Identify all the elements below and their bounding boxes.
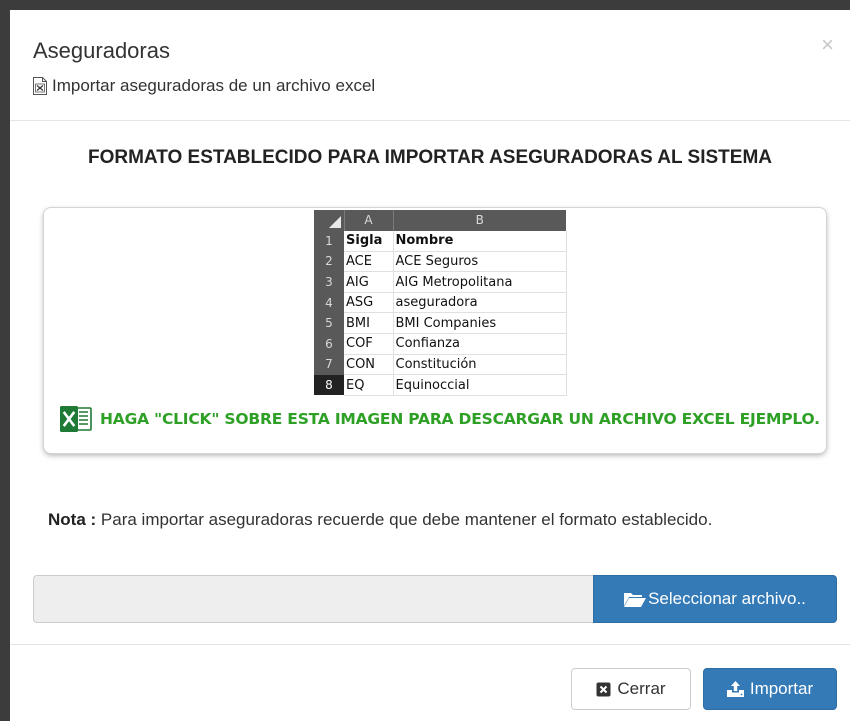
file-selector: Seleccionar archivo.. bbox=[33, 575, 837, 623]
cell-b: Constitución bbox=[393, 354, 567, 376]
cell-b: BMI Companies bbox=[393, 312, 567, 335]
footer-divider bbox=[10, 644, 850, 645]
close-button-label: Cerrar bbox=[617, 679, 666, 698]
modal-title: Aseguradoras bbox=[33, 38, 170, 63]
cell-b: Equinoccial bbox=[393, 374, 567, 396]
column-header-a: A bbox=[343, 210, 393, 231]
note-text: Para importar aseguradoras recuerde que … bbox=[100, 510, 713, 529]
import-button[interactable]: Importar bbox=[703, 668, 837, 710]
row-number: 5 bbox=[314, 312, 344, 334]
cell-a: BMI bbox=[344, 312, 394, 335]
cell-a: COF bbox=[344, 333, 394, 355]
select-all-corner bbox=[314, 210, 344, 231]
row-number: 7 bbox=[314, 354, 344, 375]
select-file-button[interactable]: Seleccionar archivo.. bbox=[593, 575, 837, 623]
excel-file-icon bbox=[33, 77, 47, 95]
download-instruction: HAGA "CLICK" SOBRE ESTA IMAGEN PARA DESC… bbox=[60, 406, 820, 432]
close-button[interactable]: Cerrar bbox=[571, 668, 691, 710]
cell-b: AIG Metropolitana bbox=[393, 271, 567, 293]
row-number: 3 bbox=[314, 271, 344, 293]
import-note: Nota : Para importar aseguradoras recuer… bbox=[48, 510, 712, 530]
cell-b: aseguradora bbox=[393, 292, 567, 314]
cell-b: Confianza bbox=[393, 333, 567, 355]
cell-b: ACE Seguros bbox=[393, 251, 567, 273]
select-file-label: Seleccionar archivo.. bbox=[648, 589, 806, 608]
modal-header: Aseguradoras Importar aseguradoras de un… bbox=[10, 10, 850, 121]
cell-a: CON bbox=[344, 354, 394, 376]
row-number: 2 bbox=[314, 251, 344, 272]
download-example-card[interactable]: A B 1 Sigla Nombre 2 ACE ACE Seguros 3 A… bbox=[44, 208, 826, 453]
import-button-label: Importar bbox=[749, 679, 814, 698]
cell-a: AIG bbox=[344, 271, 394, 293]
excel-icon bbox=[60, 406, 92, 432]
upload-icon bbox=[726, 681, 744, 697]
modal-subtitle-text: Importar aseguradoras de un archivo exce… bbox=[52, 76, 376, 95]
import-modal: Aseguradoras Importar aseguradoras de un… bbox=[10, 10, 850, 721]
row-number: 8 bbox=[314, 374, 344, 396]
folder-open-icon bbox=[624, 593, 647, 607]
close-icon[interactable]: × bbox=[821, 34, 834, 56]
cell-a: EQ bbox=[344, 374, 394, 396]
format-title: FORMATO ESTABLECIDO PARA IMPORTAR ASEGUR… bbox=[87, 147, 772, 168]
row-number: 6 bbox=[314, 333, 344, 355]
file-name-input[interactable] bbox=[33, 575, 593, 623]
cell-b: Nombre bbox=[393, 230, 567, 252]
modal-subtitle: Importar aseguradoras de un archivo exce… bbox=[32, 76, 375, 96]
note-label: Nota : bbox=[48, 510, 97, 529]
row-number: 4 bbox=[314, 292, 344, 313]
cell-a: ACE bbox=[344, 251, 394, 273]
download-text: HAGA "CLICK" SOBRE ESTA IMAGEN PARA DESC… bbox=[100, 410, 820, 428]
row-number: 1 bbox=[314, 230, 344, 252]
cell-a: Sigla bbox=[344, 230, 394, 252]
spreadsheet-preview: A B 1 Sigla Nombre 2 ACE ACE Seguros 3 A… bbox=[314, 210, 567, 396]
cell-a: ASG bbox=[344, 292, 394, 314]
column-header-b: B bbox=[392, 210, 566, 231]
close-square-icon bbox=[596, 682, 611, 696]
